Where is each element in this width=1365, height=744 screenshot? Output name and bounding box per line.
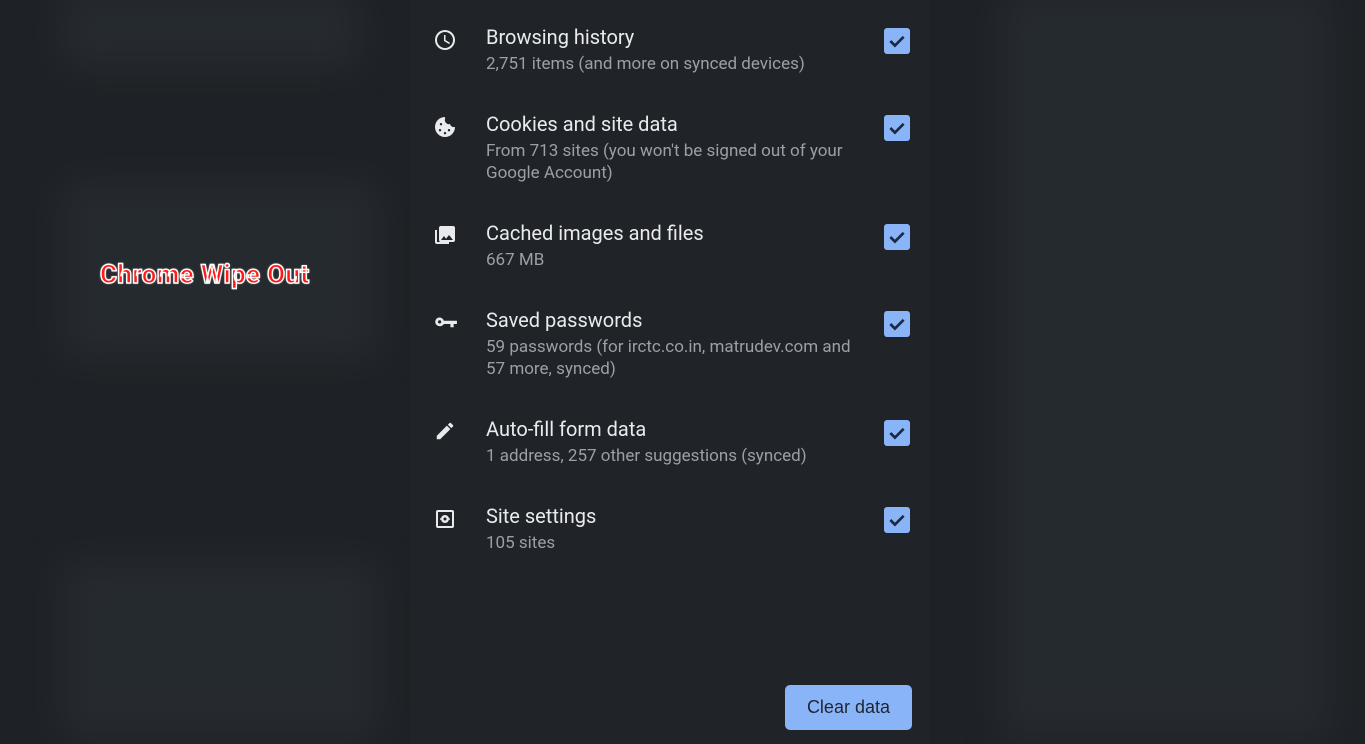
row-text: Cookies and site data From 713 sites (yo…	[486, 111, 860, 184]
checkbox-cached[interactable]	[884, 224, 910, 250]
clear-data-list: Browsing history 2,751 items (and more o…	[410, 0, 930, 572]
checkbox-browsing-history[interactable]	[884, 28, 910, 54]
row-subtitle: 105 sites	[486, 532, 860, 554]
cookie-icon	[428, 111, 462, 139]
checkbox-cookies[interactable]	[884, 115, 910, 141]
row-subtitle: 59 passwords (for irctc.co.in, matrudev.…	[486, 336, 860, 380]
row-text: Auto-fill form data 1 address, 257 other…	[486, 416, 860, 467]
row-site-settings[interactable]: Site settings 105 sites	[410, 485, 930, 572]
key-icon	[428, 307, 462, 337]
row-subtitle: From 713 sites (you won't be signed out …	[486, 140, 860, 184]
row-title: Cached images and files	[486, 220, 860, 246]
row-title: Cookies and site data	[486, 111, 860, 137]
checkbox-site-settings[interactable]	[884, 507, 910, 533]
pencil-icon	[428, 416, 462, 442]
row-title: Auto-fill form data	[486, 416, 860, 442]
checkbox-passwords[interactable]	[884, 311, 910, 337]
clock-icon	[428, 24, 462, 52]
row-text: Browsing history 2,751 items (and more o…	[486, 24, 860, 75]
row-cached[interactable]: Cached images and files 667 MB	[410, 202, 930, 289]
row-passwords[interactable]: Saved passwords 59 passwords (for irctc.…	[410, 289, 930, 398]
row-text: Cached images and files 667 MB	[486, 220, 860, 271]
row-title: Browsing history	[486, 24, 860, 50]
clear-data-panel: Browsing history 2,751 items (and more o…	[410, 0, 930, 744]
row-text: Site settings 105 sites	[486, 503, 860, 554]
row-subtitle: 1 address, 257 other suggestions (synced…	[486, 445, 860, 467]
dialog-footer: Clear data	[785, 685, 912, 730]
row-title: Saved passwords	[486, 307, 860, 333]
row-subtitle: 2,751 items (and more on synced devices)	[486, 53, 860, 75]
checkbox-autofill[interactable]	[884, 420, 910, 446]
overlay-caption: Chrome Wipe Out	[100, 260, 309, 290]
row-text: Saved passwords 59 passwords (for irctc.…	[486, 307, 860, 380]
row-subtitle: 667 MB	[486, 249, 860, 271]
row-browsing-history[interactable]: Browsing history 2,751 items (and more o…	[410, 6, 930, 93]
site-settings-icon	[428, 503, 462, 531]
clear-data-button[interactable]: Clear data	[785, 685, 912, 730]
image-icon	[428, 220, 462, 248]
row-title: Site settings	[486, 503, 860, 529]
row-cookies[interactable]: Cookies and site data From 713 sites (yo…	[410, 93, 930, 202]
row-autofill[interactable]: Auto-fill form data 1 address, 257 other…	[410, 398, 930, 485]
